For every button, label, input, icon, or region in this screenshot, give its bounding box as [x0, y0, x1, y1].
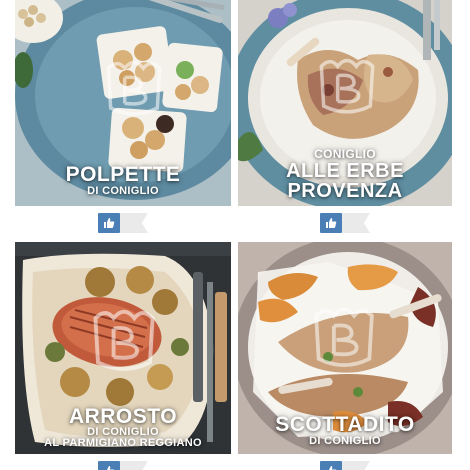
like-row-scottadito: [320, 460, 370, 470]
recipe-title: POLPETTE: [65, 163, 181, 187]
recipe-subtitle: DI CONIGLIO: [87, 185, 159, 198]
like-row-arrosto: [98, 460, 148, 470]
thumbs-up-icon: [104, 218, 115, 228]
recipe-title-line2: PROVENZA: [287, 180, 403, 202]
recipe-title: SCOTTADITO: [275, 413, 415, 437]
like-count-tag: [342, 461, 370, 470]
like-count-tag: [342, 213, 370, 233]
recipe-title: ARROSTO: [68, 404, 178, 428]
thumbs-up-icon: [104, 466, 115, 470]
like-button[interactable]: [320, 213, 342, 233]
recipe-card-alle-erbe[interactable]: CONIGLIO ALLE ERBE PROVENZA: [238, 0, 452, 206]
watermark-logo: [106, 60, 162, 116]
thumbs-up-icon: [326, 466, 337, 470]
like-button[interactable]: [98, 213, 120, 233]
like-row-alle-erbe: [320, 212, 370, 234]
recipe-card-scottadito[interactable]: SCOTTADITO DI CONIGLIO: [238, 242, 452, 454]
like-count-tag: [120, 461, 148, 470]
like-button[interactable]: [320, 461, 342, 470]
recipe-card-polpette[interactable]: POLPETTE DI CONIGLIO: [15, 0, 231, 206]
recipe-subtitle: DI CONIGLIO: [309, 435, 381, 448]
watermark-logo: [314, 307, 374, 368]
like-button[interactable]: [98, 461, 120, 470]
watermark-logo: [319, 58, 375, 114]
recipe-title: ALLE ERBE: [286, 160, 404, 182]
recipe-card-arrosto[interactable]: ARROSTO DI CONIGLIO AL PARMIGIANO REGGIA…: [15, 242, 231, 454]
like-count-tag: [120, 213, 148, 233]
thumbs-up-icon: [326, 218, 337, 228]
like-row-polpette: [98, 212, 148, 234]
recipe-subtitle-line2: AL PARMIGIANO REGGIANO: [44, 437, 202, 450]
watermark-logo: [93, 309, 155, 371]
